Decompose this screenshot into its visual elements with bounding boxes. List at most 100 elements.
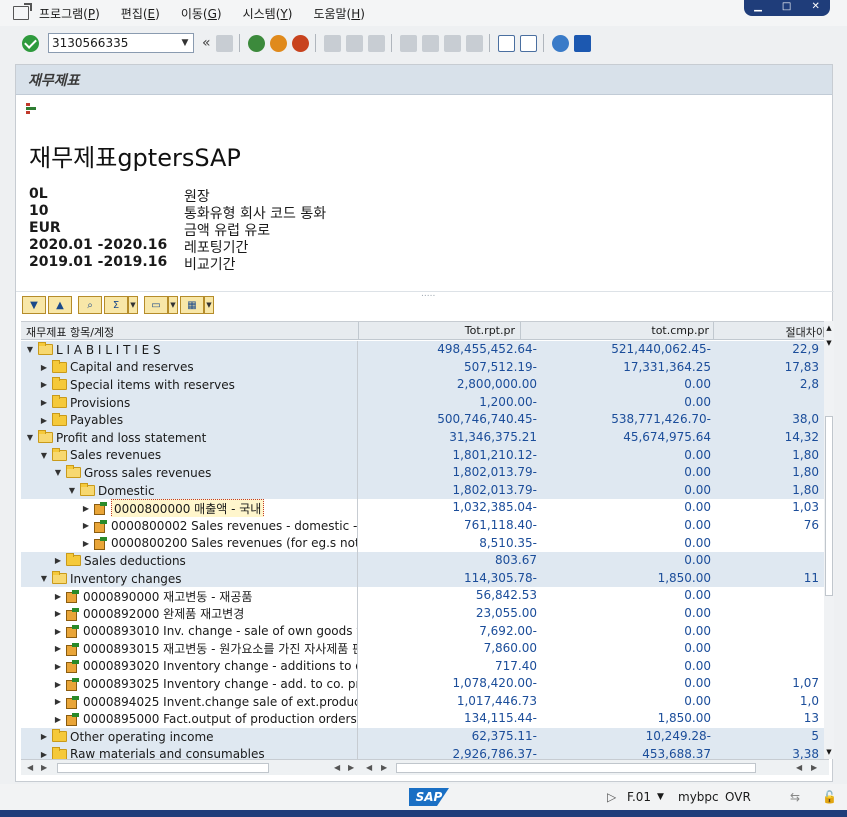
column-header[interactable]: 재무제표 항목/계정	[26, 324, 114, 340]
tree-cell[interactable]: ▶ 0000895000 Fact.output of production or…	[21, 710, 358, 729]
tree-row[interactable]: ▶ 0000800200 Sales revenues (for eg.s not…	[21, 534, 829, 553]
expand-arrow-icon[interactable]: ▶	[39, 416, 49, 425]
menu-help[interactable]: 도움말(H)	[313, 5, 365, 22]
expand-arrow-icon[interactable]: ▶	[53, 556, 63, 565]
tree-cell[interactable]: ▶ Payables	[21, 411, 358, 429]
tree-cell[interactable]: ▶ Raw materials and consumables	[21, 745, 358, 759]
menu-icon[interactable]	[13, 6, 29, 20]
tree-row[interactable]: ▼ Domestic 1,802,013.79- 0.00 1,80	[21, 481, 829, 500]
tree-row[interactable]: ▶ 0000893025 Inventory change - add. to c…	[21, 675, 829, 693]
expand-arrow-icon[interactable]: ▶	[39, 398, 49, 407]
expand-arrow-icon[interactable]: ▶	[53, 680, 63, 689]
row-label[interactable]: Raw materials and consumables	[70, 747, 265, 759]
tree-row[interactable]: ▶ Capital and reserves 507,512.19- 17,331,3…	[21, 358, 829, 377]
row-label[interactable]: Provisions	[70, 396, 130, 410]
tree-row[interactable]: ▼ Inventory changes 114,305.78- 1,850.00 11	[21, 569, 829, 588]
tree-cell[interactable]: ▶ 0000893015 재고변동 - 원가요소를 가진 자사제품 판매(	[21, 640, 358, 658]
column-header[interactable]: 절대차이	[716, 324, 826, 340]
find-icon[interactable]	[345, 34, 363, 52]
tree-cell[interactable]: ▶ 0000800000 매출액 - 국내	[21, 499, 358, 517]
lock-icon[interactable]: 🔓	[822, 790, 837, 804]
row-label[interactable]: 0000800000 매출액 - 국내	[111, 499, 265, 517]
tree-row[interactable]: ▶ 0000893010 Inv. change - sale of own go…	[21, 622, 829, 641]
list-icon[interactable]	[26, 103, 38, 117]
tree-row[interactable]: ▶ Other operating income 62,375.11- 10,249.…	[21, 728, 829, 746]
expand-arrow-icon[interactable]: ▶	[39, 380, 49, 389]
expand-arrow-icon[interactable]: ▶	[53, 609, 63, 618]
menu-system[interactable]: 시스템(Y)	[243, 5, 293, 22]
first-page-icon[interactable]	[399, 34, 417, 52]
tree-cell[interactable]: ▼ Profit and loss statement	[21, 428, 358, 447]
row-label[interactable]: 0000893010 Inv. change - sale of own goo…	[83, 624, 357, 638]
collapse-arrow-icon[interactable]: ▼	[25, 345, 35, 354]
scroll-left-icon[interactable]: ◀	[334, 763, 340, 772]
tree-row[interactable]: ▶ 0000800002 Sales revenues - domestic - …	[21, 516, 829, 535]
row-label[interactable]: Payables	[70, 413, 123, 427]
ok-check-icon[interactable]	[22, 34, 39, 52]
row-label[interactable]: 0000894025 Invent.change sale of ext.pro…	[83, 695, 357, 709]
tree-cell[interactable]: ▶ Provisions	[21, 393, 358, 412]
expand-arrow-icon[interactable]: ▶	[81, 504, 91, 513]
row-label[interactable]: Other operating income	[70, 730, 214, 744]
play-icon[interactable]: ▷	[607, 790, 616, 804]
menu-goto[interactable]: 이동(G)	[181, 5, 222, 22]
scroll-up-icon[interactable]: ▲	[824, 321, 834, 335]
menu-program[interactable]: 프로그램(P)	[39, 5, 100, 22]
splitter-handle[interactable]: .....	[16, 289, 834, 299]
tree-cell[interactable]: ▶ 0000800002 Sales revenues - domestic - …	[21, 516, 358, 535]
print-icon[interactable]: ▭	[144, 296, 168, 314]
tree-row[interactable]: ▶ Raw materials and consumables 2,926,786.…	[21, 745, 829, 759]
tree-row[interactable]: ▶ 0000894025 Invent.change sale of ext.pr…	[21, 692, 829, 711]
tree-cell[interactable]: ▶ 0000893010 Inv. change - sale of own go…	[21, 622, 358, 641]
row-label[interactable]: Profit and loss statement	[56, 431, 206, 445]
tree-cell[interactable]: ▼ Inventory changes	[21, 569, 358, 588]
minimize-icon[interactable]: ▁	[754, 1, 762, 12]
scroll-track[interactable]	[396, 763, 756, 773]
print-icon[interactable]	[323, 34, 341, 52]
expand-arrow-icon[interactable]: ▶	[81, 539, 91, 548]
tree-cell[interactable]: ▶ Sales deductions	[21, 552, 358, 570]
expand-arrow-icon[interactable]: ▶	[53, 644, 63, 653]
last-page-icon[interactable]	[465, 34, 483, 52]
chevron-down-icon[interactable]: ▼	[204, 296, 214, 314]
tree-row[interactable]: ▶ Special items with reserves 2,800,000.00…	[21, 376, 829, 394]
collapse-arrow-icon[interactable]: ▼	[39, 574, 49, 583]
chevron-down-icon[interactable]: ▼	[657, 792, 664, 802]
row-label[interactable]: Capital and reserves	[70, 360, 194, 374]
tree-cell[interactable]: ▶ Other operating income	[21, 728, 358, 746]
scroll-left-icon[interactable]: ◀	[27, 763, 33, 772]
chevron-down-icon[interactable]: ▼	[128, 296, 138, 314]
row-label[interactable]: Domestic	[98, 484, 155, 498]
collapse-all-icon[interactable]: ▲	[48, 296, 72, 314]
tree-cell[interactable]: ▶ 0000893020 Inventory change - additions…	[21, 657, 358, 676]
row-label[interactable]: Sales revenues	[70, 448, 161, 462]
tree-cell[interactable]: ▶ Capital and reserves	[21, 358, 358, 377]
chevron-down-icon[interactable]: ▼	[177, 34, 193, 52]
scroll-left-icon[interactable]: ◀	[366, 763, 372, 772]
expand-arrow-icon[interactable]: ▶	[53, 592, 63, 601]
scroll-track[interactable]	[57, 763, 269, 773]
row-label[interactable]: 0000893015 재고변동 - 원가요소를 가진 자사제품 판매(	[83, 640, 357, 657]
expand-arrow-icon[interactable]: ▶	[53, 715, 63, 724]
row-label[interactable]: Gross sales revenues	[84, 466, 211, 480]
help-icon[interactable]	[551, 34, 569, 52]
tree-cell[interactable]: ▶ 0000890000 재고변동 - 재공품	[21, 587, 358, 605]
input-mode[interactable]: OVR	[725, 790, 751, 804]
monitor-icon[interactable]	[573, 34, 591, 52]
chevron-down-icon[interactable]: ▼	[168, 296, 178, 314]
collapse-arrow-icon[interactable]: ▼	[39, 451, 49, 460]
layout-icon[interactable]: ▦	[180, 296, 204, 314]
row-label[interactable]: 0000890000 재고변동 - 재공품	[83, 588, 252, 605]
row-label[interactable]: Special items with reserves	[70, 378, 235, 392]
tree-cell[interactable]: ▶ 0000892000 완제품 재고변경	[21, 604, 358, 623]
expand-arrow-icon[interactable]: ▶	[39, 363, 49, 372]
tree-row[interactable]: ▶ 0000800000 매출액 - 국내 1,032,385.04- 0.00 1,0…	[21, 499, 829, 517]
tree-row[interactable]: ▶ Sales deductions 803.67 0.00	[21, 552, 829, 570]
expand-arrow-icon[interactable]: ▶	[39, 732, 49, 741]
scroll-left-icon[interactable]: ◀	[796, 763, 802, 772]
tree-row[interactable]: ▼ L I A B I L I T I E S 498,455,452.64- 521…	[21, 341, 829, 359]
tree-row[interactable]: ▶ 0000890000 재고변동 - 재공품 56,842.53 0.00	[21, 587, 829, 605]
tree-cell[interactable]: ▶ 0000894025 Invent.change sale of ext.pr…	[21, 692, 358, 711]
tree-cell[interactable]: ▶ Special items with reserves	[21, 376, 358, 394]
maximize-icon[interactable]: □	[782, 1, 791, 12]
